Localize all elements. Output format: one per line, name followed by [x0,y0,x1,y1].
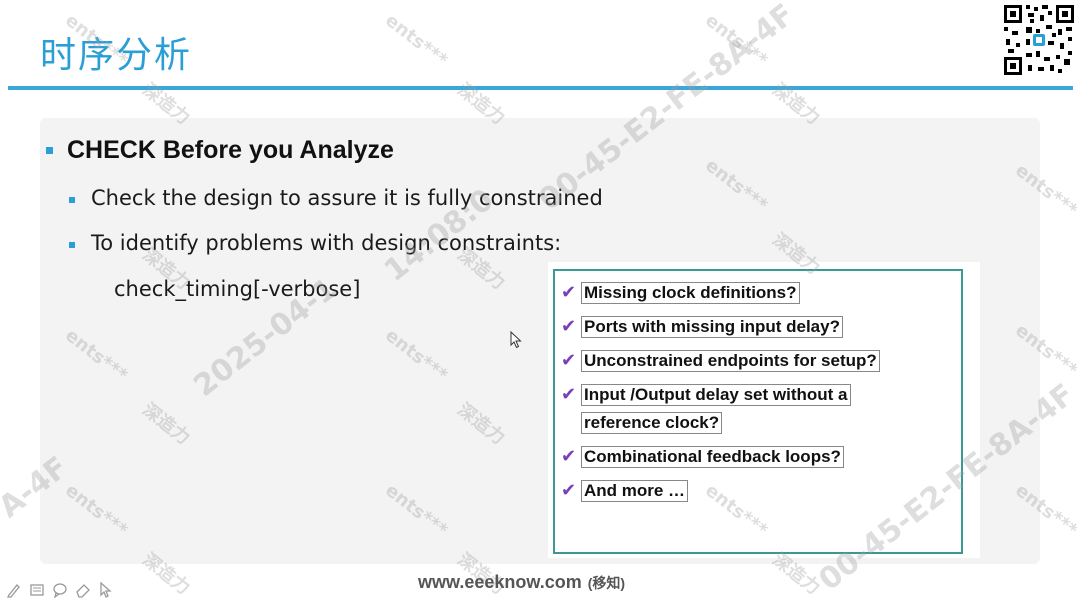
checklist-item-continued: reference clock? [581,411,723,435]
command-text: check_timing[-verbose] [114,277,361,301]
bullet-item: Check the design to assure it is fully c… [91,186,603,210]
checklist-item: ✔ Ports with missing input delay? [561,315,843,339]
eraser-icon[interactable] [75,582,91,598]
checkmark-icon: ✔ [561,480,577,501]
watermark: ents*** [381,9,452,72]
pointer-icon[interactable] [98,581,114,598]
bullet-marker [46,147,53,154]
checkmark-icon: ✔ [561,316,577,337]
checkmark-icon: ✔ [561,384,577,405]
checklist-item: ✔ And more … [561,479,689,503]
slide-title: 时序分析 [40,35,193,76]
footer-note: (移知) [587,575,626,591]
checkmark-icon: ✔ [561,282,577,303]
checkmark-icon: ✔ [561,446,577,467]
checklist-item: ✔ Unconstrained endpoints for setup? [561,349,880,373]
presentation-toolbar [6,581,114,599]
bullet-marker [69,197,75,203]
footer-url-text: www.eeeknow.com [418,572,582,592]
comment-icon[interactable] [52,582,68,599]
bullet-item: To identify problems with design constra… [91,231,562,255]
slides-icon[interactable] [29,582,45,598]
watermark: ents*** [701,9,772,72]
footer-url: www.eeeknow.com (移知) [418,572,625,593]
pen-icon[interactable] [6,582,22,598]
checkmark-icon: ✔ [561,350,577,371]
bullet-marker [69,242,75,248]
checklist-item: ✔ Input /Output delay set without a [561,383,851,407]
section-heading: CHECK Before you Analyze [67,136,394,164]
checklist-item: ✔ Missing clock definitions? [561,281,800,305]
qr-code-icon [1002,3,1076,77]
title-divider [8,86,1073,90]
cursor-icon [510,330,522,353]
checklist-item: ✔ Combinational feedback loops? [561,445,844,469]
